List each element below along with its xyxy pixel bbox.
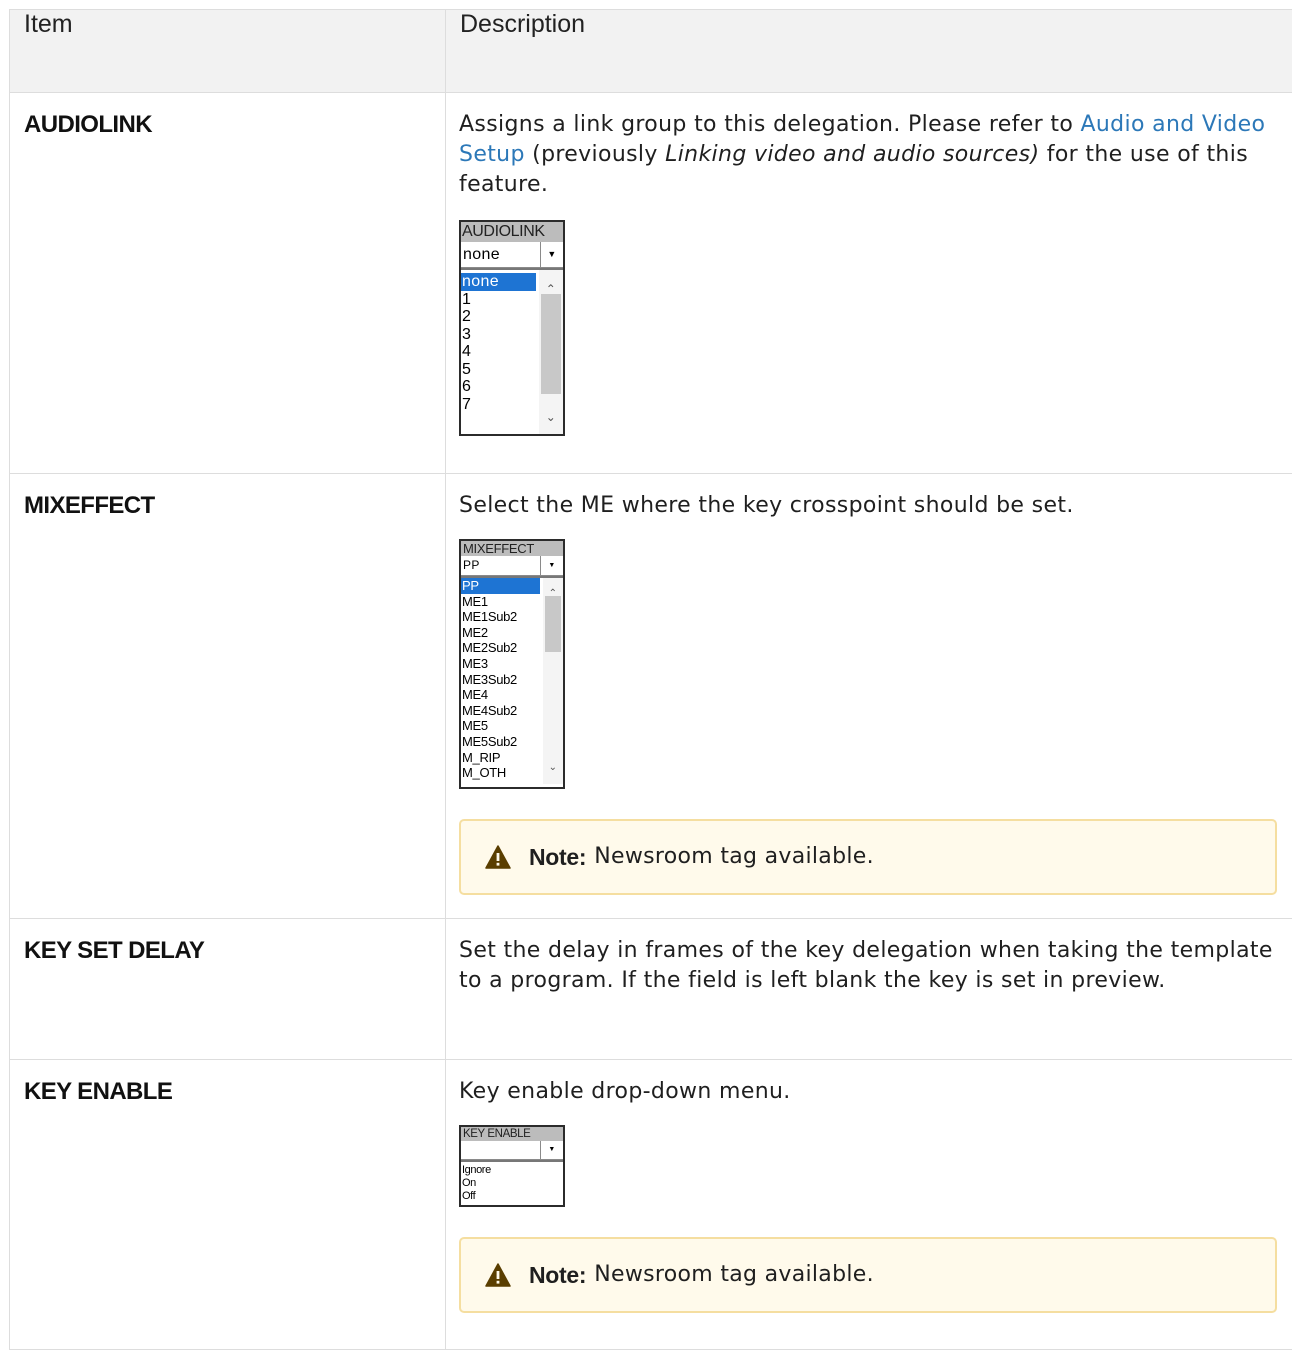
description-part: (previously <box>525 142 665 167</box>
description-text: Select the ME where the key crosspoint s… <box>459 491 1283 521</box>
description-cell: Set the delay in frames of the key deleg… <box>446 919 1292 1060</box>
audiolink-combo[interactable]: none ▼ <box>461 242 563 268</box>
dropdown-option[interactable]: ME4 <box>461 687 543 703</box>
item-cell: AUDIOLINK <box>10 93 446 474</box>
parameters-table: Item Description AUDIOLINK Assigns a lin… <box>9 9 1292 1350</box>
dropdown-option[interactable]: ME1Sub2 <box>461 609 543 625</box>
note-label: Note: <box>529 1260 586 1290</box>
item-cell: KEY SET DELAY <box>10 919 446 1060</box>
dropdown-option[interactable]: M_RIP <box>461 750 543 766</box>
audiolink-dropdown-screenshot: AUDIOLINK none ▼ none1234567 ⌃ ⌄ <box>459 220 565 436</box>
dropdown-option[interactable]: 3 <box>461 326 539 344</box>
audiolink-options-list[interactable]: none1234567 ⌃ ⌄ <box>461 268 563 434</box>
dropdown-option[interactable]: 6 <box>461 378 539 396</box>
header-description: Description <box>446 10 1292 93</box>
scroll-thumb[interactable] <box>541 294 561 394</box>
combo-value: none <box>461 242 541 267</box>
widget-title: KEY ENABLE <box>461 1127 563 1141</box>
note-label: Note: <box>529 842 586 872</box>
dropdown-option[interactable]: 5 <box>461 361 539 379</box>
dropdown-option[interactable]: ME5Sub2 <box>461 734 543 750</box>
scroll-down-icon[interactable]: ⌄ <box>539 402 563 432</box>
dropdown-option[interactable]: ME3Sub2 <box>461 672 543 688</box>
key-enable-dropdown-screenshot: KEY ENABLE ▼ IgnoreOnOff <box>459 1125 565 1207</box>
dropdown-option[interactable]: ME3 <box>461 656 543 672</box>
note-text: Newsroom tag available. <box>594 1260 874 1290</box>
dropdown-option[interactable]: ME1 <box>461 594 543 610</box>
dropdown-option[interactable]: Off <box>461 1190 563 1203</box>
dropdown-option[interactable]: ME4Sub2 <box>461 703 543 719</box>
dropdown-option[interactable]: 7 <box>461 396 539 414</box>
description-cell: Key enable drop-down menu. KEY ENABLE ▼ … <box>446 1060 1292 1350</box>
warning-triangle-icon <box>485 845 511 869</box>
description-italic: Linking video and audio sources) <box>665 142 1039 167</box>
dropdown-option[interactable]: 2 <box>461 308 539 326</box>
header-item: Item <box>10 10 446 93</box>
scrollbar[interactable]: ⌃ ⌄ <box>539 270 563 434</box>
key-enable-options-list[interactable]: IgnoreOnOff <box>461 1160 563 1206</box>
dropdown-option[interactable]: 4 <box>461 343 539 361</box>
mixeffect-combo[interactable]: PP ▼ <box>461 556 563 576</box>
scroll-down-icon[interactable]: ⌄ <box>543 753 563 783</box>
widget-title: AUDIOLINK <box>461 222 563 242</box>
dropdown-option[interactable]: ME2 <box>461 625 543 641</box>
note-box: Note: Newsroom tag available. <box>459 1237 1277 1313</box>
note-box: Note: Newsroom tag available. <box>459 819 1277 895</box>
chevron-down-icon[interactable]: ▼ <box>541 1141 563 1159</box>
dropdown-option[interactable]: 1 <box>461 291 539 309</box>
table-row: KEY ENABLE Key enable drop-down menu. KE… <box>10 1060 1292 1350</box>
table-row: AUDIOLINK Assigns a link group to this d… <box>10 93 1292 474</box>
combo-value <box>461 1141 541 1159</box>
description-cell: Select the ME where the key crosspoint s… <box>446 474 1292 919</box>
dropdown-option[interactable]: Ignore <box>461 1164 563 1177</box>
option-list: PPME1ME1Sub2ME2ME2Sub2ME3ME3Sub2ME4ME4Su… <box>461 578 543 784</box>
item-cell: MIXEFFECT <box>10 474 446 919</box>
chevron-down-icon[interactable]: ▼ <box>541 242 563 267</box>
option-list: none1234567 <box>461 270 539 434</box>
combo-value: PP <box>461 556 541 575</box>
note-text: Newsroom tag available. <box>594 842 874 872</box>
mixeffect-options-list[interactable]: PPME1ME1Sub2ME2ME2Sub2ME3ME3Sub2ME4ME4Su… <box>461 576 563 784</box>
description-text: Assigns a link group to this delegation.… <box>459 110 1283 200</box>
chevron-down-icon[interactable]: ▼ <box>541 556 563 575</box>
warning-triangle-icon <box>485 1263 511 1287</box>
scrollbar[interactable]: ⌃ ⌄ <box>543 578 563 784</box>
description-text: Set the delay in frames of the key deleg… <box>459 936 1283 996</box>
description-part: Assigns a link group to this delegation.… <box>459 112 1080 137</box>
key-enable-combo[interactable]: ▼ <box>461 1141 563 1160</box>
description-text: Key enable drop-down menu. <box>459 1077 1283 1107</box>
table-row: KEY SET DELAY Set the delay in frames of… <box>10 919 1292 1060</box>
option-list: IgnoreOnOff <box>461 1162 563 1206</box>
item-cell: KEY ENABLE <box>10 1060 446 1350</box>
scroll-thumb[interactable] <box>545 596 561 652</box>
dropdown-option[interactable]: On <box>461 1177 563 1190</box>
widget-title: MIXEFFECT <box>461 541 563 556</box>
table-header-row: Item Description <box>10 10 1292 93</box>
dropdown-option[interactable]: ME2Sub2 <box>461 640 543 656</box>
table-row: MIXEFFECT Select the ME where the key cr… <box>10 474 1292 919</box>
dropdown-option[interactable]: none <box>461 273 536 291</box>
mixeffect-dropdown-screenshot: MIXEFFECT PP ▼ PPME1ME1Sub2ME2ME2Sub2ME3… <box>459 539 565 789</box>
description-cell: Assigns a link group to this delegation.… <box>446 93 1292 474</box>
dropdown-option[interactable]: PP <box>461 578 540 594</box>
dropdown-option[interactable]: ME5 <box>461 718 543 734</box>
dropdown-option[interactable]: M_OTH <box>461 765 543 781</box>
